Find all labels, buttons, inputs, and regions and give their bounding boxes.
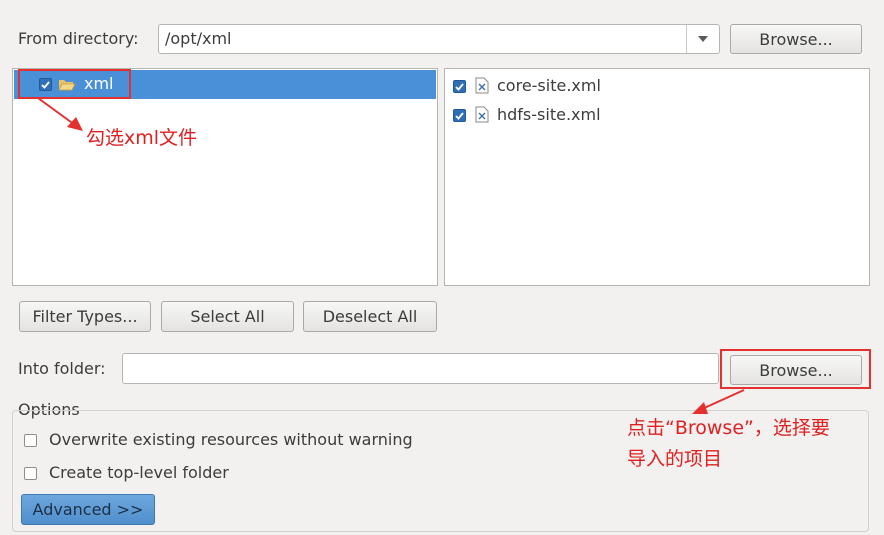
into-folder-input[interactable] bbox=[122, 353, 719, 384]
into-folder-label: Into folder: bbox=[18, 359, 106, 378]
create-top-level-checkbox-label: Create top-level folder bbox=[49, 463, 229, 482]
overwrite-checkbox-label: Overwrite existing resources without war… bbox=[49, 430, 413, 449]
filter-types-button[interactable]: Filter Types... bbox=[19, 301, 151, 332]
file-item-label: hdfs-site.xml bbox=[497, 105, 601, 124]
file-item[interactable]: hdfs-site.xml bbox=[453, 105, 853, 128]
deselect-all-button[interactable]: Deselect All bbox=[303, 301, 437, 332]
select-all-button[interactable]: Select All bbox=[161, 301, 294, 332]
checked-checkbox-icon[interactable] bbox=[453, 80, 466, 93]
from-directory-label: From directory: bbox=[18, 29, 139, 48]
overwrite-checkbox-row[interactable]: Overwrite existing resources without war… bbox=[24, 430, 444, 452]
annotation-browse-line1: 点击“Browse”，选择要 bbox=[627, 417, 830, 439]
xml-file-icon bbox=[475, 106, 489, 127]
xml-file-icon bbox=[475, 77, 489, 98]
file-list-panel[interactable]: core-site.xml hdfs-site.xml bbox=[444, 68, 870, 286]
checked-checkbox-icon[interactable] bbox=[453, 109, 466, 122]
chevron-down-icon bbox=[698, 36, 708, 42]
annotation-browse-line2: 导入的项目 bbox=[627, 448, 723, 470]
unchecked-checkbox-icon[interactable] bbox=[24, 467, 37, 480]
combo-dropdown-button[interactable] bbox=[687, 25, 719, 53]
from-directory-value[interactable]: /opt/xml bbox=[165, 29, 232, 48]
from-directory-combo[interactable]: /opt/xml bbox=[158, 24, 720, 54]
advanced-button[interactable]: Advanced >> bbox=[21, 494, 155, 525]
file-item[interactable]: core-site.xml bbox=[453, 76, 853, 99]
annotation-check-xml: 勾选xml文件 bbox=[86, 127, 198, 149]
unchecked-checkbox-icon[interactable] bbox=[24, 434, 37, 447]
from-directory-browse-button[interactable]: Browse... bbox=[730, 24, 862, 54]
file-item-label: core-site.xml bbox=[497, 76, 601, 95]
create-top-level-checkbox-row[interactable]: Create top-level folder bbox=[24, 463, 444, 485]
highlight-box-browse bbox=[720, 349, 871, 389]
